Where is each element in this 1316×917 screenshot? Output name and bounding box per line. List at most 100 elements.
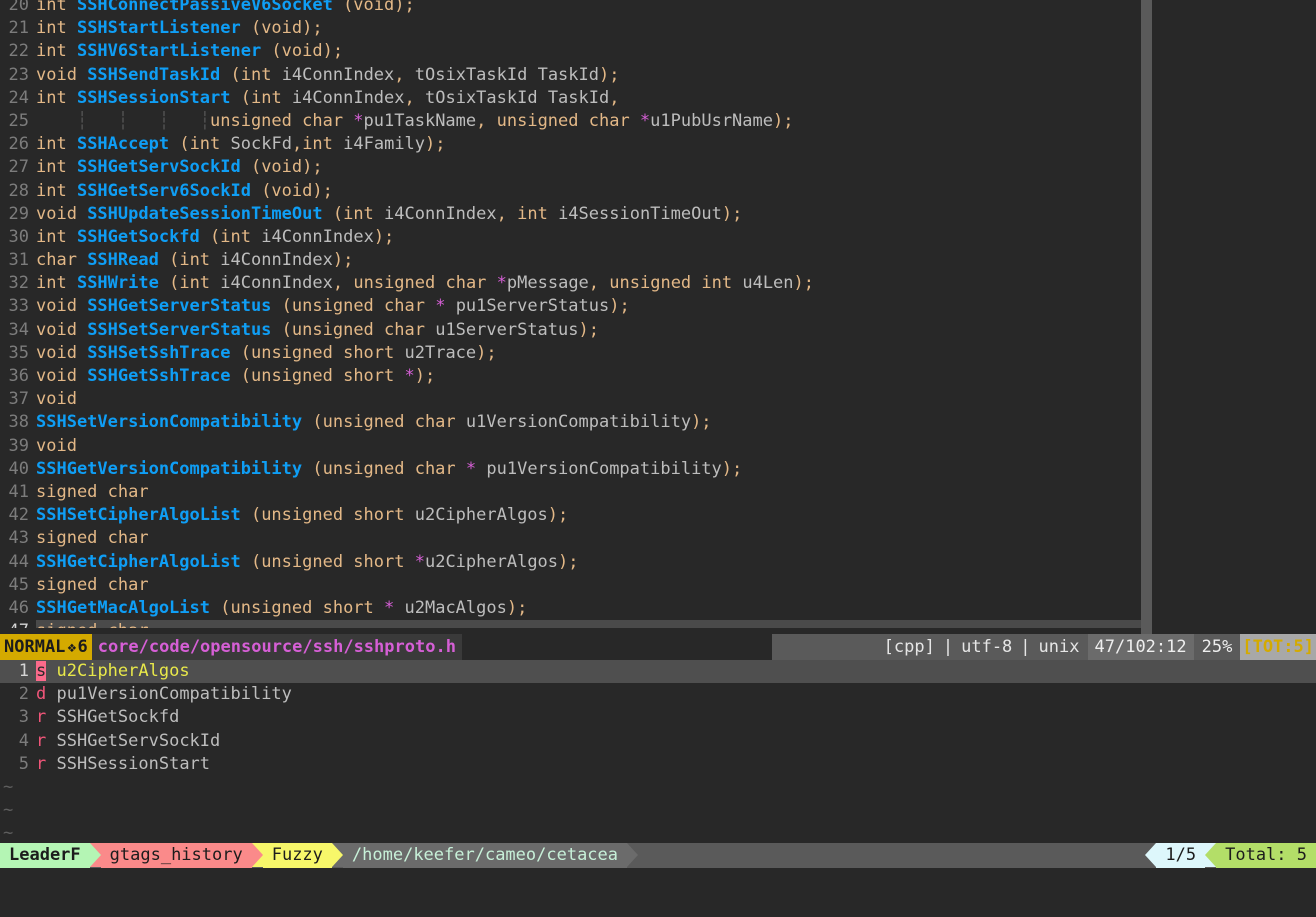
code-token-id: u1ServerStatus — [435, 319, 579, 340]
leaderf-search-input[interactable] — [461, 634, 772, 660]
code-line[interactable]: 47signed char — [0, 620, 1141, 628]
code-token-kw: unsigned char — [496, 110, 640, 131]
code-line[interactable]: 35 void SSHSetSshTrace (unsigned short u2… — [0, 342, 1141, 365]
code-token-pun: ); — [547, 505, 569, 526]
line-number: 29 — [8, 203, 29, 224]
code-token-kw: void — [36, 342, 88, 363]
statusline-encoding: utf-8 — [953, 634, 1021, 660]
code-line[interactable]: 25 ┆ ┆ ┆ ┆unsigned char *pu1TaskName, un… — [0, 110, 1141, 133]
code-token-fn: SSHGetServerStatus — [87, 296, 272, 317]
line-number: 32 — [8, 273, 29, 294]
code-line[interactable]: 24 int SSHSessionStart (int i4ConnIndex, … — [0, 87, 1141, 110]
code-token-fn: SSHStartListener — [76, 18, 241, 39]
code-token-id: pu1TaskName — [363, 110, 477, 131]
line-number: 23 — [8, 64, 29, 85]
code-line[interactable]: 22 int SSHV6StartListener (void); — [0, 40, 1141, 63]
code-token-pun: , — [609, 87, 620, 108]
statusline: NORMAL ❖ 6 core/code/opensource/ssh/sshp… — [0, 634, 1316, 660]
code-token-id: i4ConnIndex — [291, 87, 405, 108]
code-line[interactable]: 46 SSHGetMacAlgoList (unsigned short * u2… — [0, 597, 1141, 620]
code-token-pun: , — [404, 87, 425, 108]
line-number: 47 — [0, 620, 36, 628]
leaderf-result-row[interactable]: 1s u2CipherAlgos — [0, 660, 1316, 684]
line-number: 26 — [8, 134, 29, 155]
code-token-star: * — [435, 296, 456, 317]
statusline-total-badge: [TOT:5] — [1240, 634, 1316, 660]
code-token-fn: SSHSetVersionCompatibility — [36, 412, 303, 433]
code-token-pun: ); — [332, 250, 354, 271]
leaderf-result-row[interactable]: 2d pu1VersionCompatibility — [0, 683, 1316, 706]
code-token-pun: ( — [158, 250, 180, 271]
code-line[interactable]: 34 void SSHSetServerStatus (unsigned char… — [0, 319, 1141, 342]
code-token-fn: SSHGetVersionCompatibility — [36, 458, 303, 479]
code-line[interactable]: 40 SSHGetVersionCompatibility (unsigned c… — [0, 458, 1141, 481]
leaderf-result-row[interactable]: 3r SSHGetSockfd — [0, 706, 1316, 729]
bottombar-category-segment: gtags_history — [100, 843, 252, 868]
code-token-kw: int — [179, 273, 221, 294]
code-token-kw: unsigned char — [353, 273, 497, 294]
leaderf-result-row[interactable]: 5r SSHSessionStart — [0, 753, 1316, 776]
code-token-id: pMessage — [506, 273, 589, 294]
line-number: 38 — [8, 412, 29, 433]
result-gap — [46, 754, 56, 774]
code-token-kw: signed char — [36, 574, 149, 595]
code-token-pun: ); — [476, 342, 497, 363]
code-line[interactable]: 30 int SSHGetSockfd (int i4ConnIndex); — [0, 226, 1141, 249]
code-token-fn: SSHGetMacAlgoList — [36, 597, 210, 618]
code-token-star: * — [384, 597, 405, 618]
code-token-pun: ); — [599, 64, 620, 85]
bottombar-index-segment: 1/5 — [1156, 843, 1206, 868]
line-number: 40 — [8, 458, 29, 479]
statusline-filepath: core/code/opensource/ssh/sshproto.h — [91, 634, 462, 660]
code-line[interactable]: 26 int SSHAccept (int SockFd,int i4Family… — [0, 133, 1141, 156]
code-line[interactable]: 41 signed char — [0, 481, 1141, 504]
code-token-star: * — [404, 366, 415, 386]
code-line[interactable]: 21 int SSHStartListener (void); — [0, 17, 1141, 40]
code-line[interactable]: 31 char SSHRead (int i4ConnIndex); — [0, 249, 1141, 272]
code-token-id: i4ConnIndex — [384, 203, 497, 224]
code-line[interactable]: 45 signed char — [0, 574, 1141, 597]
result-gap — [46, 707, 56, 727]
statusline-separator-2: | — [1020, 634, 1031, 660]
result-index: 4 — [18, 730, 29, 751]
code-token-fn: SSHGetServ6SockId — [76, 180, 251, 201]
code-line[interactable]: 39 void — [0, 435, 1141, 458]
line-number: 20 — [8, 0, 29, 15]
code-token-kw: int — [36, 180, 77, 201]
code-line[interactable]: 44 SSHGetCipherAlgoList (unsigned short *… — [0, 551, 1141, 574]
code-token-kw: void — [36, 203, 88, 224]
code-line[interactable]: 36 void SSHGetSshTrace (unsigned short *)… — [0, 365, 1141, 388]
bottombar-arrow-6 — [1205, 843, 1217, 867]
code-token-id: u4Len — [742, 273, 794, 294]
result-index: 3 — [18, 707, 29, 728]
line-number: 37 — [8, 389, 29, 410]
line-number: 45 — [8, 574, 29, 595]
code-line[interactable]: 43 signed char — [0, 527, 1141, 550]
code-editor-pane[interactable]: 20 int SSHConnectPassiveV6Socket (void); 2… — [0, 0, 1141, 628]
leaderf-results-pane[interactable]: 1s u2CipherAlgos 2 d pu1VersionCompatibili… — [0, 660, 1316, 843]
code-line[interactable]: 33 void SSHGetServerStatus (unsigned char… — [0, 295, 1141, 318]
code-line[interactable]: 23 void SSHSendTaskId (int i4ConnIndex, t… — [0, 64, 1141, 87]
code-line[interactable]: 42 SSHSetCipherAlgoList (unsigned short u… — [0, 504, 1141, 527]
code-line[interactable]: 27 int SSHGetServSockId (void); — [0, 156, 1141, 179]
code-line[interactable]: 28 int SSHGetServ6SockId (void); — [0, 180, 1141, 203]
code-token-kw: int — [250, 87, 292, 108]
code-line[interactable]: 32 int SSHWrite (int i4ConnIndex, unsigne… — [0, 272, 1141, 295]
statusline-separator-1: | — [942, 634, 954, 660]
code-line[interactable]: 29 void SSHUpdateSessionTimeOut (int i4Co… — [0, 203, 1141, 226]
code-line[interactable]: 38 SSHSetVersionCompatibility (unsigned c… — [0, 411, 1141, 434]
line-number: 28 — [8, 180, 29, 201]
code-line[interactable]: 20 int SSHConnectPassiveV6Socket (void); — [0, 0, 1141, 17]
code-token-fn: SSHGetServSockId — [76, 157, 241, 178]
code-token-fn: SSHGetSockfd — [76, 226, 200, 247]
bottombar-arrow-2 — [251, 843, 263, 867]
code-line[interactable]: 37 void — [0, 388, 1141, 411]
leaderf-result-row[interactable]: 4r SSHGetServSockId — [0, 730, 1316, 753]
code-token-pun: (void); — [240, 157, 323, 178]
line-number: 27 — [8, 157, 29, 178]
code-token-kw: int — [36, 41, 77, 62]
line-number: 33 — [8, 296, 29, 317]
code-token-kw: unsigned short — [250, 366, 405, 386]
result-kind-tag: d — [36, 684, 47, 705]
result-index: 2 — [18, 684, 29, 705]
